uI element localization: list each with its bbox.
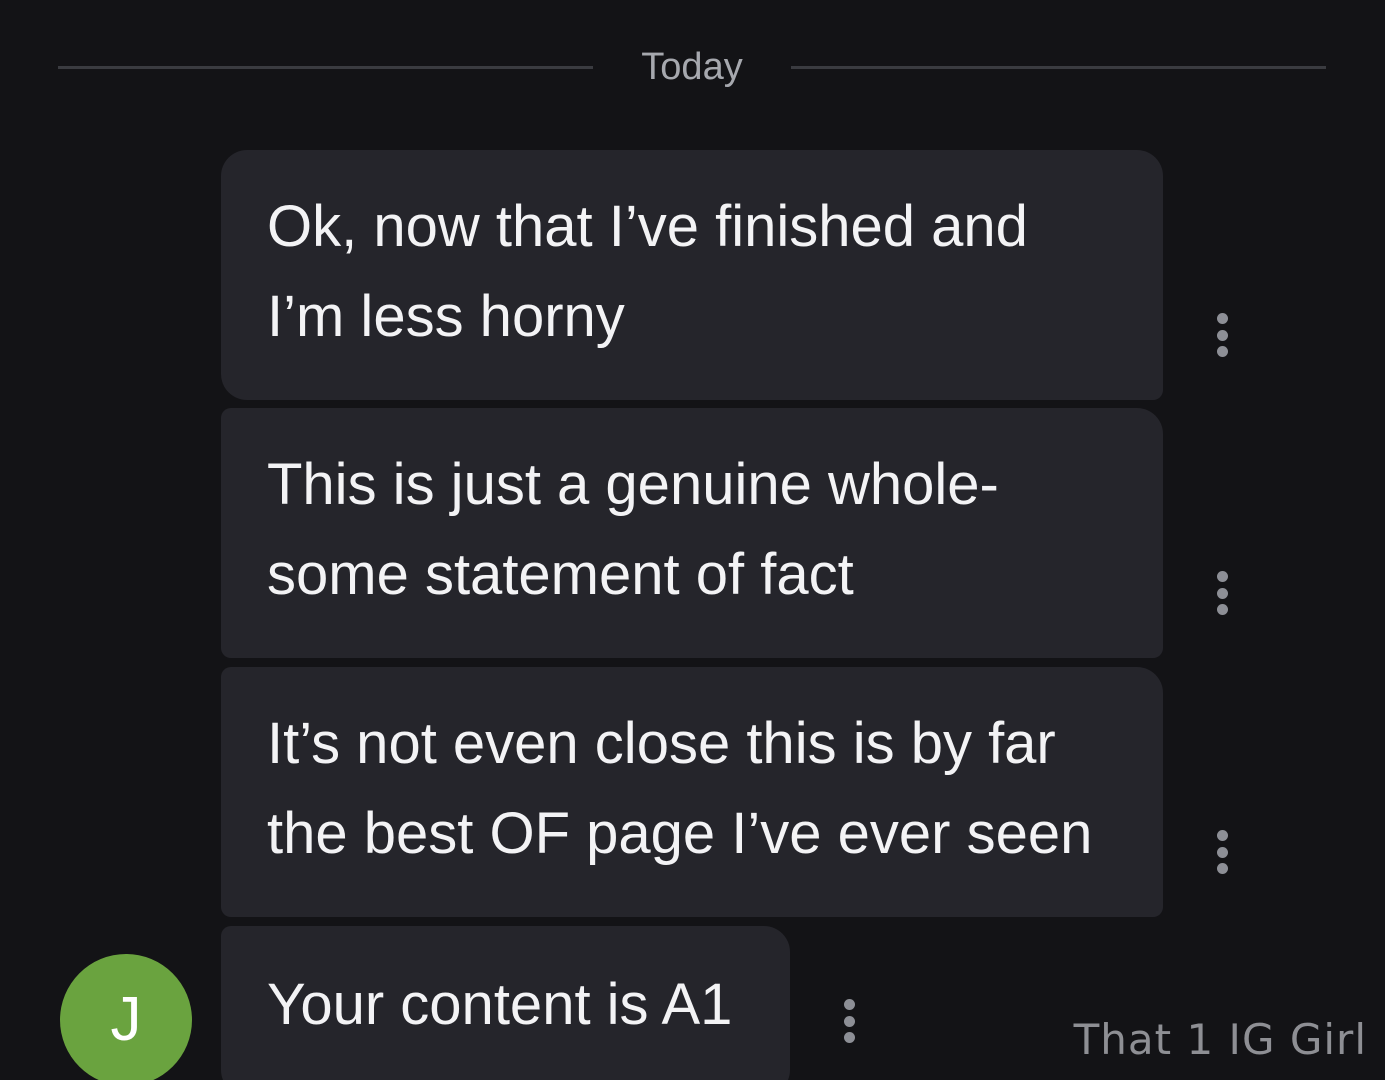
- more-vertical-icon[interactable]: [842, 999, 856, 1043]
- more-vertical-icon[interactable]: [1215, 830, 1229, 874]
- more-vertical-icon[interactable]: [1215, 313, 1229, 357]
- watermark: That 1 IG Girl: [1073, 1015, 1367, 1064]
- conversation-screen: Today Ok, now that I’ve finished and I’m…: [0, 0, 1385, 1080]
- message-bubble[interactable]: Your content is A1: [221, 926, 790, 1080]
- more-vertical-icon[interactable]: [1215, 571, 1229, 615]
- divider-line-right: [791, 66, 1326, 69]
- message-bubble[interactable]: It’s not even close this is by far the b…: [221, 667, 1163, 917]
- avatar[interactable]: J: [60, 954, 192, 1080]
- date-divider: Today: [58, 40, 1326, 94]
- message-bubble[interactable]: This is just a genuine whole- some state…: [221, 408, 1163, 658]
- message-bubble[interactable]: Ok, now that I’ve finished and I’m less …: [221, 150, 1163, 400]
